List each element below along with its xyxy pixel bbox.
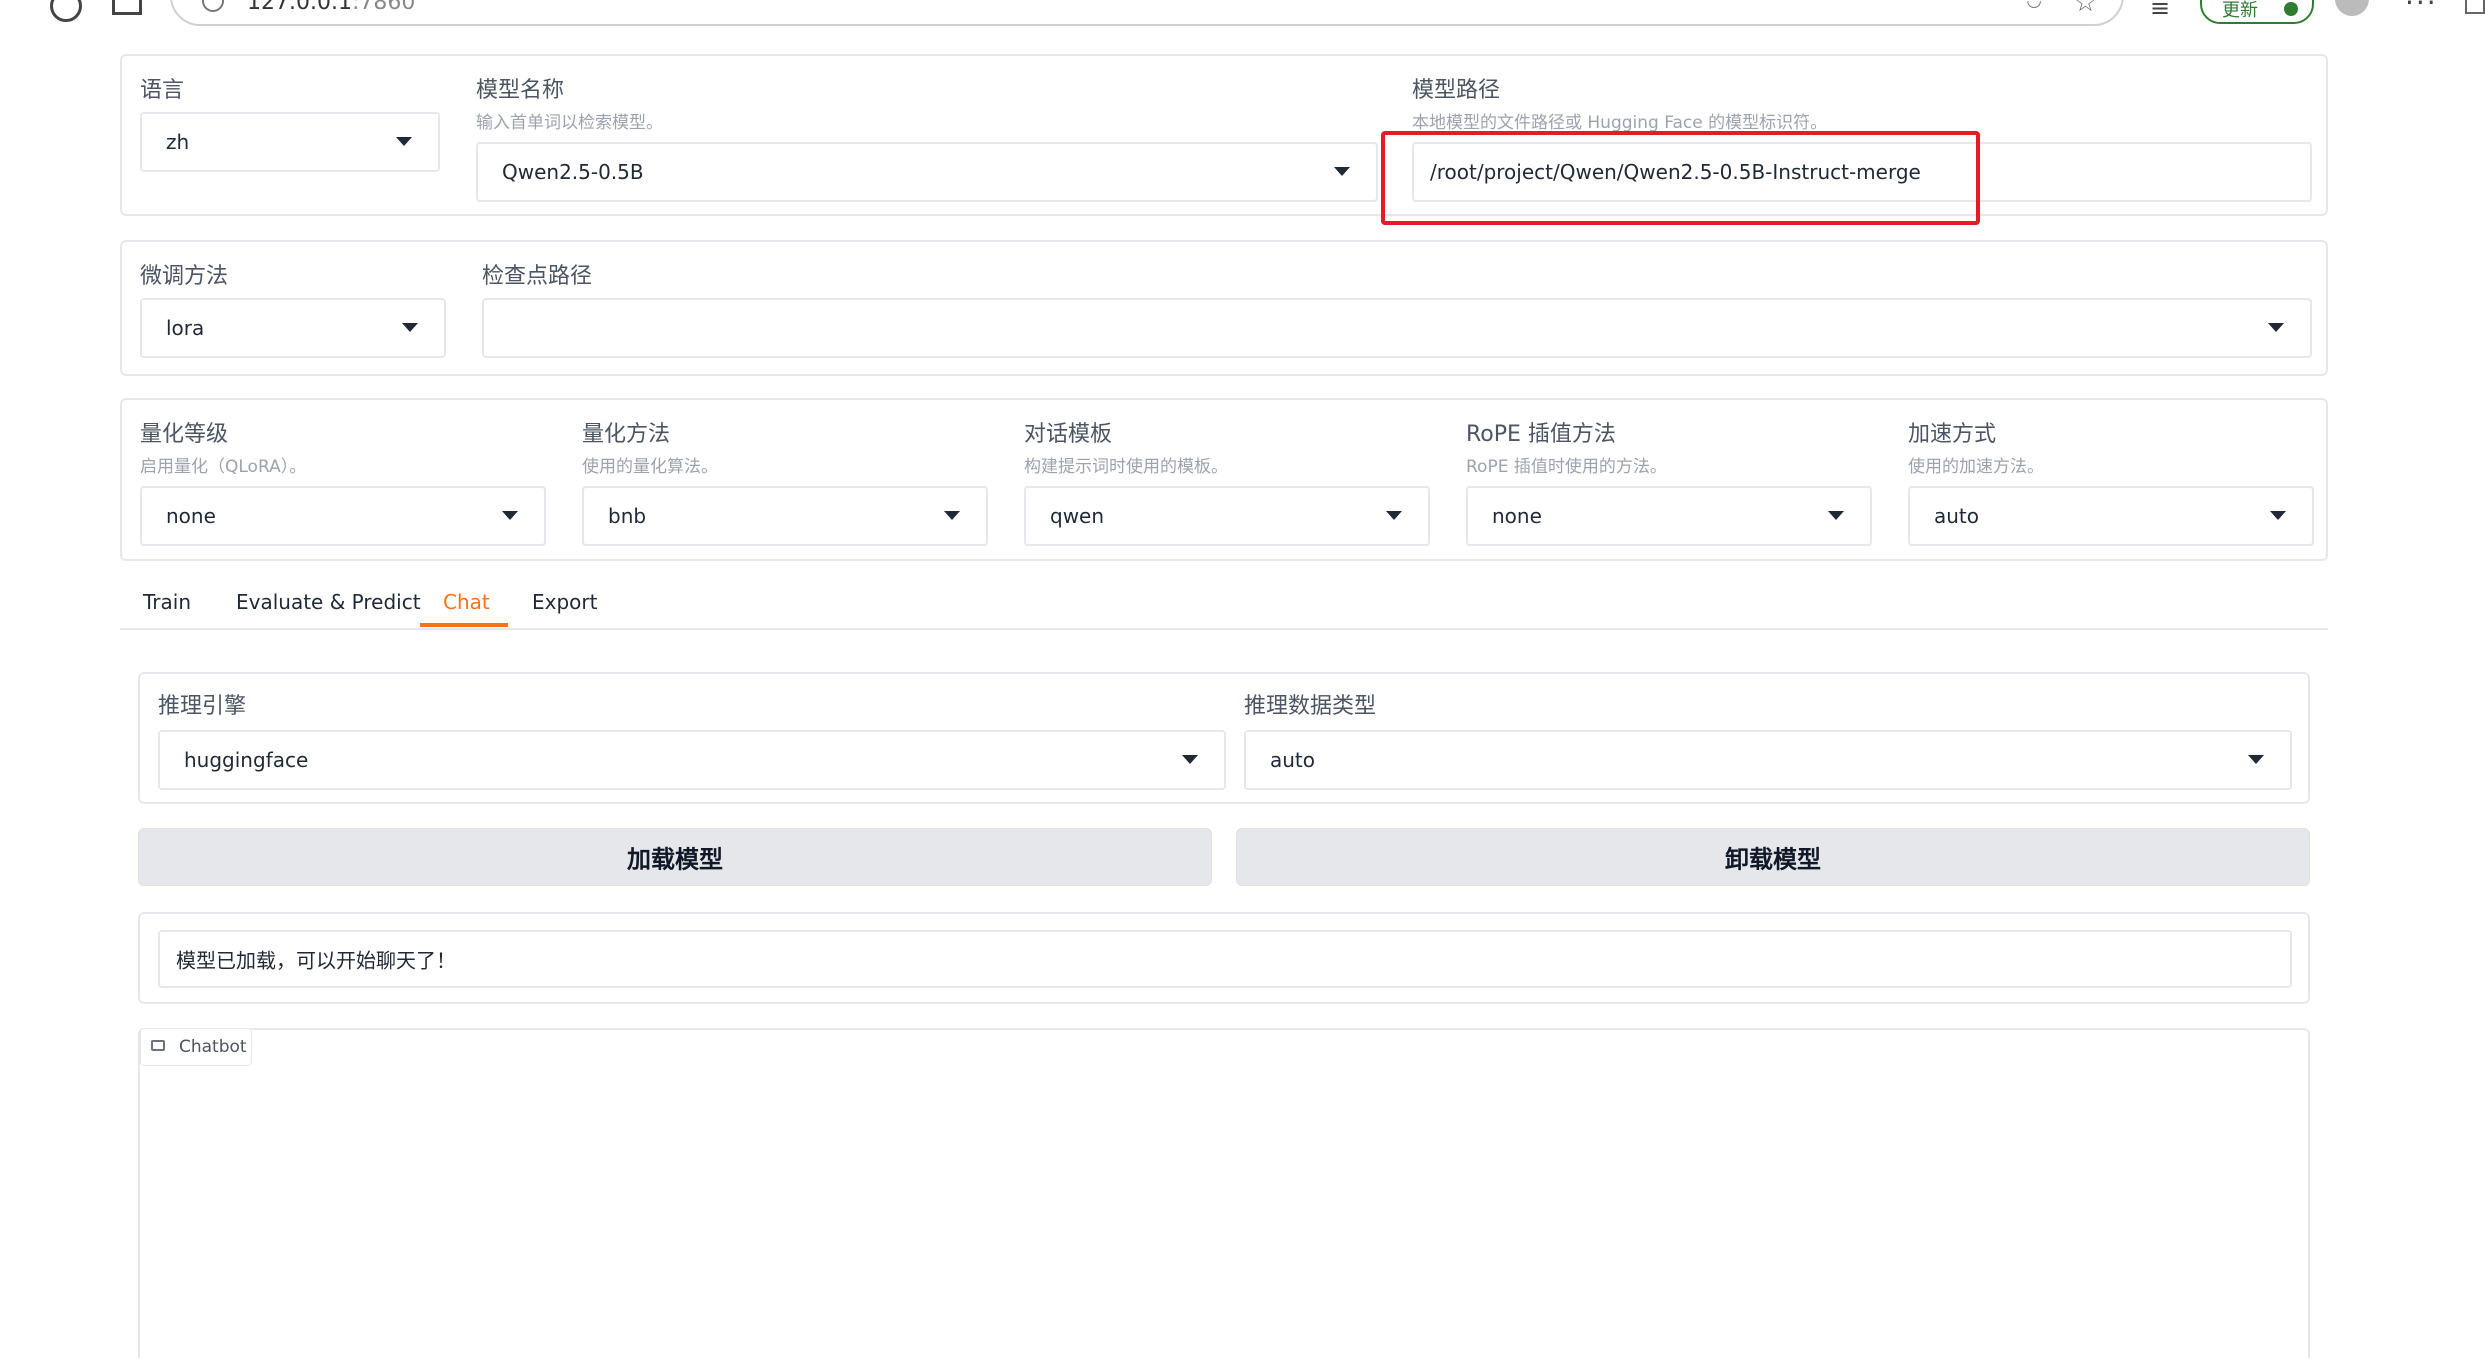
checkpoint-label: 检查点路径 xyxy=(482,264,593,289)
template-dropdown[interactable]: qwen xyxy=(1024,486,1430,546)
tab-evaluate-predict[interactable]: Evaluate & Predict xyxy=(236,590,421,614)
infer-dtype-label: 推理数据类型 xyxy=(1244,694,1377,719)
infer-dtype-dropdown[interactable]: auto xyxy=(1244,730,2292,790)
tab-chat[interactable]: Chat xyxy=(443,590,490,614)
info-textbox[interactable]: 模型已加载，可以开始聊天了！ xyxy=(158,930,2292,988)
finetune-method-dropdown[interactable]: lora xyxy=(140,298,446,358)
model-name-label: 模型名称 xyxy=(476,78,565,103)
model-path-info: 本地模型的文件路径或 Hugging Face 的模型标识符。 xyxy=(1412,113,1828,133)
chevron-down-icon xyxy=(944,511,960,520)
address-bar[interactable]: 127.0.0.1:7860 ◡ ☆ xyxy=(170,0,2124,26)
update-badge-icon xyxy=(2284,2,2298,16)
finetune-panel: 微调方法 lora 检查点路径 xyxy=(120,240,2328,376)
booster-dropdown[interactable]: auto xyxy=(1908,486,2314,546)
browser-toolbar: 127.0.0.1:7860 ◡ ☆ ≡ 更新 ··· xyxy=(0,0,2485,30)
booster-label: 加速方式 xyxy=(1908,422,1997,447)
reading-list-icon[interactable]: ≡ xyxy=(2150,0,2170,22)
update-button[interactable]: 更新 xyxy=(2200,0,2314,24)
quant-bit-info: 启用量化（QLoRA）。 xyxy=(140,457,307,477)
lang-dropdown[interactable]: zh xyxy=(140,112,440,172)
chevron-down-icon xyxy=(2268,323,2284,332)
finetune-method-label: 微调方法 xyxy=(140,264,229,289)
extension-icon[interactable]: ◡ xyxy=(2026,0,2042,11)
info-box-panel: 模型已加载，可以开始聊天了！ xyxy=(138,912,2310,1004)
quant-method-dropdown[interactable]: bnb xyxy=(582,486,988,546)
reload-icon[interactable] xyxy=(50,0,82,22)
profile-avatar[interactable] xyxy=(2335,0,2369,16)
load-model-button[interactable]: 加载模型 xyxy=(138,828,1212,886)
tab-export[interactable]: Export xyxy=(532,590,597,614)
rope-info: RoPE 插值时使用的方法。 xyxy=(1466,457,1667,477)
chevron-down-icon xyxy=(1828,511,1844,520)
infer-backend-label: 推理引擎 xyxy=(158,694,247,719)
more-menu-icon[interactable]: ··· xyxy=(2405,0,2438,19)
sidebar-icon[interactable] xyxy=(2465,0,2485,14)
url-text: 127.0.0.1:7860 xyxy=(247,0,416,15)
bookmark-star-icon[interactable]: ☆ xyxy=(2074,0,2097,18)
site-info-icon[interactable] xyxy=(202,0,224,12)
model-name-dropdown[interactable]: Qwen2.5-0.5B xyxy=(476,142,1378,202)
home-icon[interactable] xyxy=(112,0,142,15)
infer-backend-dropdown[interactable]: huggingface xyxy=(158,730,1226,790)
model-path-label: 模型路径 xyxy=(1412,78,1501,103)
inference-settings-panel: 推理引擎 huggingface 推理数据类型 auto xyxy=(138,672,2310,804)
chevron-down-icon xyxy=(396,137,412,146)
tab-train[interactable]: Train xyxy=(143,590,191,614)
quant-bit-dropdown[interactable]: none xyxy=(140,486,546,546)
advanced-config-panel: 量化等级 启用量化（QLoRA）。 none 量化方法 使用的量化算法。 bnb… xyxy=(120,398,2328,561)
chevron-down-icon xyxy=(1182,755,1198,764)
unload-model-button[interactable]: 卸载模型 xyxy=(1236,828,2310,886)
chatbot-area[interactable] xyxy=(138,1028,2310,1358)
quant-method-info: 使用的量化算法。 xyxy=(582,457,718,477)
rope-label: RoPE 插值方法 xyxy=(1466,422,1616,447)
active-tab-indicator xyxy=(420,623,508,627)
chevron-down-icon xyxy=(2270,511,2286,520)
booster-info: 使用的加速方法。 xyxy=(1908,457,2044,477)
lang-label: 语言 xyxy=(140,78,185,103)
chevron-down-icon xyxy=(502,511,518,520)
model-path-highlight xyxy=(1381,131,1980,225)
chevron-down-icon xyxy=(1334,167,1350,176)
chevron-down-icon xyxy=(1386,511,1402,520)
model-name-info: 输入首单词以检索模型。 xyxy=(476,113,663,133)
template-info: 构建提示词时使用的模板。 xyxy=(1024,457,1228,477)
chatbot-label: Chatbot xyxy=(140,1028,252,1066)
chevron-down-icon xyxy=(402,323,418,332)
checkpoint-dropdown[interactable] xyxy=(482,298,2312,358)
model-settings-panel: 语言 zh 模型名称 输入首单词以检索模型。 Qwen2.5-0.5B 模型路径… xyxy=(120,54,2328,216)
rope-dropdown[interactable]: none xyxy=(1466,486,1872,546)
chevron-down-icon xyxy=(2248,755,2264,764)
quant-bit-label: 量化等级 xyxy=(140,422,229,447)
quant-method-label: 量化方法 xyxy=(582,422,671,447)
template-label: 对话模板 xyxy=(1024,422,1113,447)
tab-bar: Train Evaluate & Predict Chat Export xyxy=(120,578,2328,630)
chat-bubble-icon xyxy=(151,1040,165,1051)
